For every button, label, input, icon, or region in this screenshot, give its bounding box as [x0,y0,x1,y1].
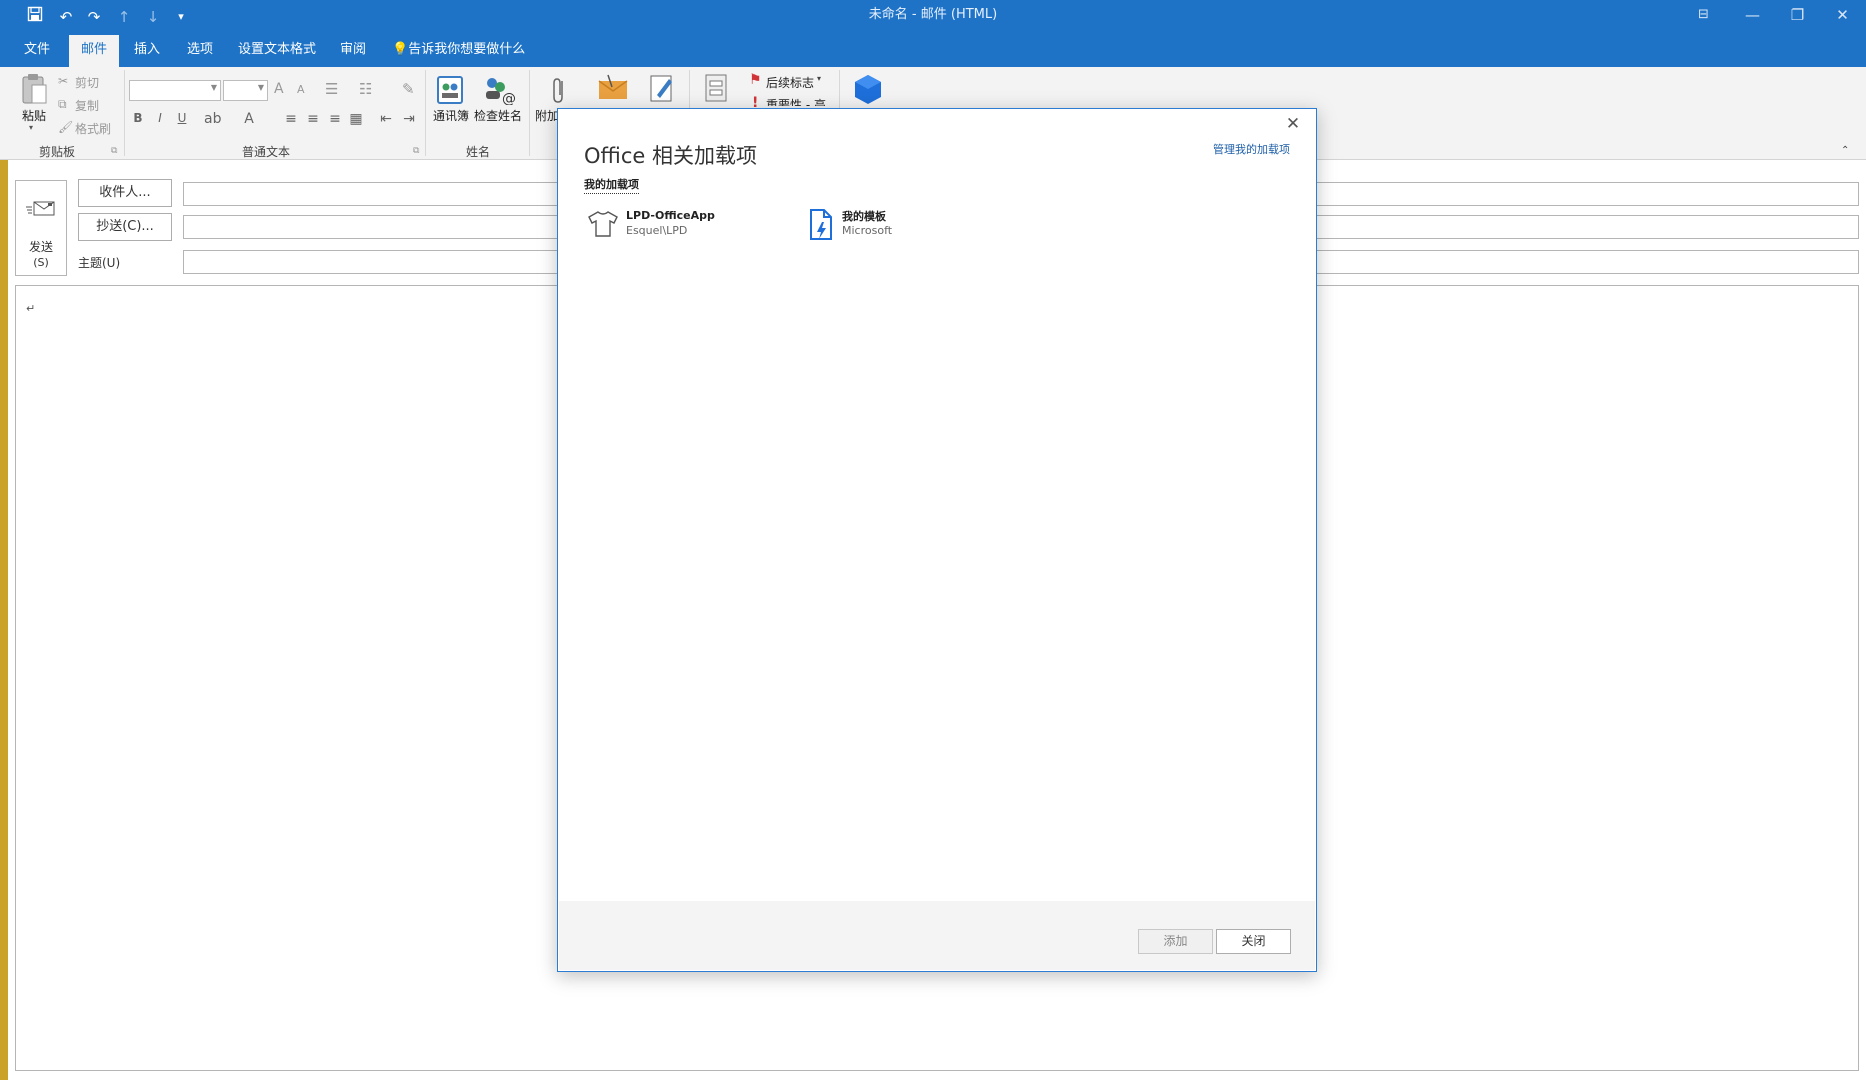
ribbon-display-options-icon[interactable]: ⊟ [1681,0,1726,30]
clipboard-group-label: 剪贴板 [38,145,75,159]
window-title: 未命名 - 邮件 (HTML) [868,7,998,22]
tab-message[interactable]: 邮件 [69,35,119,67]
clipboard-launcher-icon[interactable]: ⧉ [111,146,117,156]
addin-name: 我的模板 [842,210,886,223]
chevron-down-icon: ▼ [210,83,217,92]
justify-icon[interactable]: ▦ [348,111,364,127]
bullets-icon[interactable]: ☰ [325,80,338,98]
grow-font-button[interactable]: A [274,81,284,97]
copy-icon: ⧉ [58,97,67,111]
undo-icon[interactable]: ↶ [55,6,77,28]
format-painter-button[interactable]: 格式刷 [75,120,111,137]
tab-options[interactable]: 选项 [175,35,225,67]
svg-text:@: @ [502,91,516,105]
high-importance-button[interactable]: 重要性 - 高 [766,96,826,106]
tab-review[interactable]: 审阅 [333,35,373,67]
copy-button[interactable]: 复制 [75,97,99,114]
next-item-icon[interactable]: ↓ [142,6,164,28]
format-painter-icon: 🖌 [58,120,74,134]
tab-format-text[interactable]: 设置文本格式 [231,35,323,67]
redo-icon[interactable]: ↷ [83,6,105,28]
cc-button[interactable]: 抄送(C)... [78,213,172,241]
chevron-down-icon: ▼ [257,83,264,92]
italic-button[interactable]: I [152,111,168,125]
ribbon-separator [529,70,530,156]
ribbon-separator [425,70,426,156]
paste-button[interactable]: 粘贴 [16,107,52,124]
dialog-title: Office 相关加载项 [584,144,757,168]
tab-file[interactable]: 文件 [12,35,62,67]
flag-icon: ⚑ [749,72,762,88]
manage-addins-link[interactable]: 管理我的加载项 [1213,141,1290,157]
font-size-combo[interactable]: ▼ [223,80,268,101]
attach-file-button[interactable]: 附加 [535,107,559,124]
to-button[interactable]: 收件人... [78,179,172,207]
clear-formatting-icon[interactable]: ✎ [402,80,415,98]
send-envelope-icon [26,199,56,219]
names-group-label: 姓名 [465,145,490,159]
office-addins-icon[interactable] [853,73,883,105]
restore-icon[interactable]: ❐ [1775,0,1820,30]
assign-policy-icon[interactable] [703,73,729,103]
follow-up-button[interactable]: 后续标志 [766,74,814,91]
increase-indent-icon[interactable]: ⇥ [401,111,417,127]
tshirt-icon [587,210,619,238]
font-color-icon[interactable]: A [241,111,257,127]
tell-me-box[interactable]: 💡告诉我你想要做什么 [392,35,528,67]
addin-tile[interactable]: 我的模板 Microsoft [808,207,978,243]
align-left-icon[interactable]: ≡ [283,111,299,127]
decrease-indent-icon[interactable]: ⇤ [378,111,394,127]
address-book-icon [435,75,465,105]
shrink-font-button[interactable]: A [297,83,305,96]
tell-me-label: 告诉我你想要做什么 [408,42,526,57]
attach-item-envelope-icon[interactable] [598,73,628,101]
minimize-icon[interactable]: — [1730,0,1775,30]
basic-text-launcher-icon[interactable]: ⧉ [413,146,419,156]
save-icon[interactable] [24,6,46,28]
paste-icon[interactable] [20,73,48,105]
address-book-button[interactable]: 通讯簿 [428,107,474,124]
bold-button[interactable]: B [130,111,146,125]
follow-up-dropdown-icon[interactable]: ▾ [817,74,821,83]
check-names-button[interactable]: 检查姓名 [474,107,522,124]
addin-tile[interactable]: LPD-OfficeApp Esquel\LPD [587,207,757,243]
send-button[interactable]: 发送 (S) [15,180,67,276]
signature-icon[interactable] [649,73,675,103]
send-label: 发送 [28,240,53,254]
addin-publisher: Esquel\LPD [626,224,688,237]
ribbon-separator [124,70,125,156]
paperclip-icon [549,75,569,105]
lightbulb-icon: 💡 [392,42,409,57]
paragraph-mark: ↵ [26,302,36,315]
check-names-icon: @ [482,75,516,107]
close-button[interactable]: 关闭 [1216,929,1291,954]
cut-icon: ✂ [58,74,69,88]
basic-text-group-label: 普通文本 [241,145,290,159]
customize-toolbar-icon[interactable]: ▾ [170,6,192,28]
add-button[interactable]: 添加 [1138,929,1213,954]
cut-button[interactable]: 剪切 [75,74,99,91]
align-center-icon[interactable]: ≡ [305,111,321,127]
template-document-icon [808,208,834,242]
desktop-edge [0,0,8,1080]
previous-item-icon[interactable]: ↑ [113,6,135,28]
highlight-icon[interactable]: ab [204,111,221,127]
align-right-icon[interactable]: ≡ [327,111,343,127]
collapse-ribbon-icon[interactable]: ⌃ [1841,145,1849,156]
close-window-icon[interactable]: ✕ [1820,0,1865,30]
numbering-icon[interactable]: ☷ [359,80,372,98]
paste-dropdown-icon[interactable]: ▾ [29,123,33,132]
underline-button[interactable]: U [174,111,190,125]
tab-insert[interactable]: 插入 [122,35,172,67]
addin-name: LPD-OfficeApp [626,209,715,222]
font-name-combo[interactable]: ▼ [129,80,221,101]
subject-label: 主题(U) [78,256,121,270]
addin-publisher: Microsoft [842,224,893,237]
send-shortcut-label: (S) [33,256,49,269]
close-dialog-icon[interactable]: ✕ [1282,113,1304,135]
tab-my-addins[interactable]: 我的加载项 [584,176,639,194]
